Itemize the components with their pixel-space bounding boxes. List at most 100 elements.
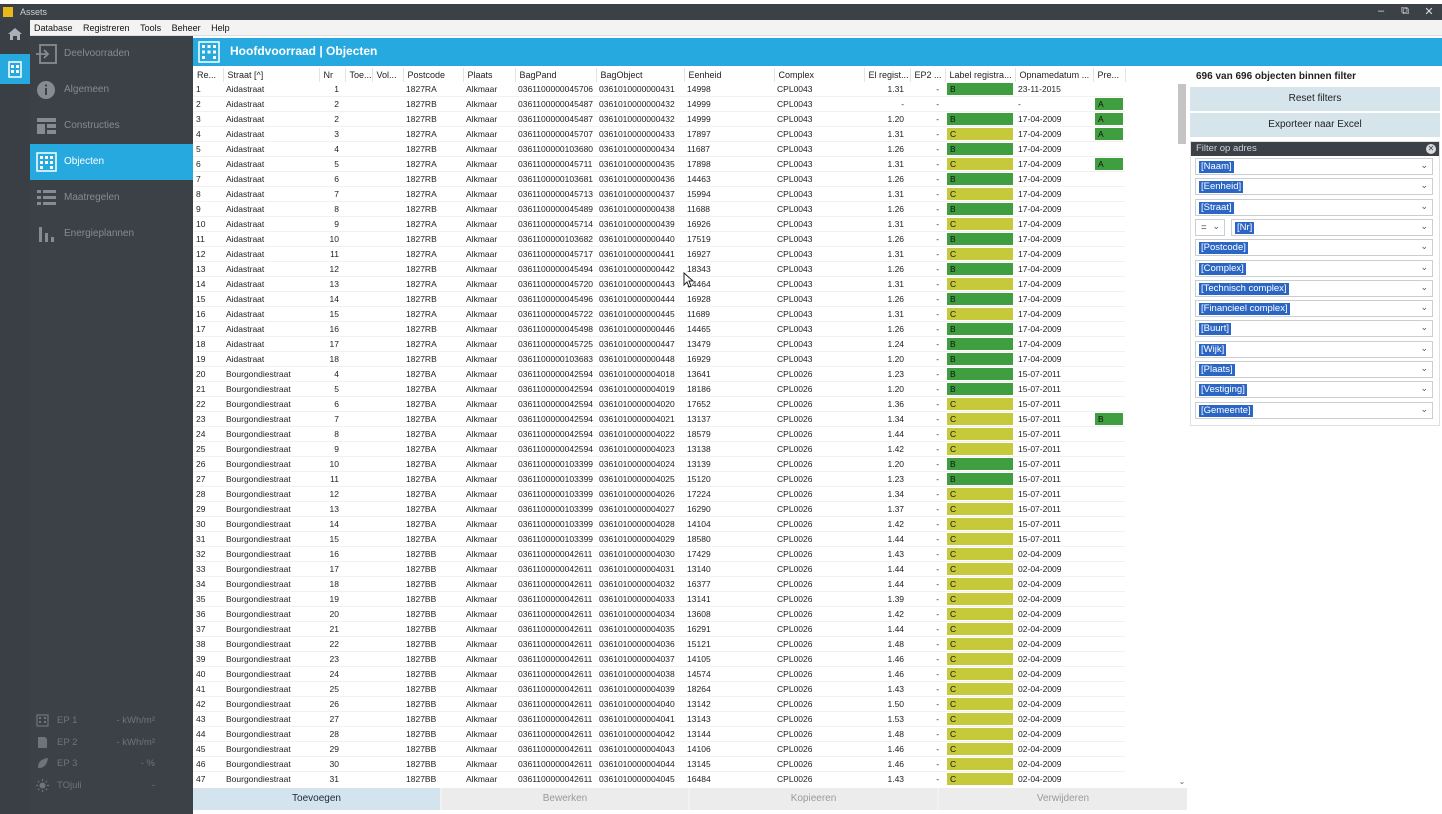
table-row[interactable]: 7 Aidastraat 6 1827RB Alkmaar 036110000010368… — [193, 171, 1126, 187]
table-row[interactable]: 33 Bourgondiestraat 17 1827BB Alkmaar 0361100… — [193, 561, 1126, 577]
edit-button[interactable]: Bewerken — [442, 788, 688, 810]
table-row[interactable]: 16 Aidastraat 15 1827RA Alkmaar 0361100000045… — [193, 306, 1126, 322]
sidebar-item-objecten[interactable]: Objecten — [30, 144, 193, 180]
column-header[interactable]: Re... — [193, 68, 224, 82]
table-row[interactable]: 31 Bourgondiestraat 15 1827BA Alkmaar 0361100… — [193, 531, 1126, 547]
reset-filters-button[interactable]: Reset filters — [1190, 87, 1440, 111]
table-row[interactable]: 25 Bourgondiestraat 9 1827BA Alkmaar 03611000… — [193, 441, 1126, 457]
table-row[interactable]: 43 Bourgondiestraat 27 1827BB Alkmaar 0361100… — [193, 711, 1126, 727]
filter-dropdown[interactable]: [Naam] ⌄ — [1195, 158, 1433, 175]
filter-dropdown[interactable]: [Gemeente] ⌄ — [1195, 401, 1433, 419]
filter-dropdown[interactable]: [Buurt] ⌄ — [1195, 320, 1433, 338]
filter-dropdown[interactable]: [Wijk] ⌄ — [1195, 340, 1433, 358]
column-header[interactable]: El regist... — [864, 68, 911, 82]
table-row[interactable]: 1 Aidastraat 1 1827RA Alkmaar 036110000004570… — [193, 82, 1126, 97]
table-row[interactable]: 28 Bourgondiestraat 12 1827BA Alkmaar 0361100… — [193, 486, 1126, 502]
table-row[interactable]: 34 Bourgondiestraat 18 1827BB Alkmaar 0361100… — [193, 576, 1126, 592]
filter-dropdown[interactable]: [Eenheid] ⌄ — [1195, 178, 1433, 196]
scroll-down-icon[interactable]: ⌄ — [1177, 777, 1187, 786]
table-row[interactable]: 8 Aidastraat 7 1827RA Alkmaar 036110000004571… — [193, 186, 1126, 202]
table-row[interactable]: 47 Bourgondiestraat 31 1827BB Alkmaar 0361100… — [193, 771, 1126, 786]
sidebar-item-energieplannen[interactable]: Energieplannen — [30, 216, 193, 252]
table-row[interactable]: 36 Bourgondiestraat 20 1827BB Alkmaar 0361100… — [193, 606, 1126, 622]
column-header[interactable]: Toe... — [345, 68, 373, 82]
column-header[interactable]: EP2 ... — [910, 68, 946, 82]
table-row[interactable]: 9 Aidastraat 8 1827RB Alkmaar 036110000004548… — [193, 201, 1126, 217]
table-row[interactable]: 22 Bourgondiestraat 6 1827BA Alkmaar 03611000… — [193, 396, 1126, 412]
table-row[interactable]: 39 Bourgondiestraat 23 1827BB Alkmaar 0361100… — [193, 651, 1126, 667]
export-excel-button[interactable]: Exporteer naar Excel — [1190, 113, 1440, 137]
sidebar-item-deelvoorraden[interactable]: Deelvoorraden — [30, 36, 193, 72]
restore-button[interactable]: ⧉ — [1396, 5, 1414, 18]
filter-dropdown[interactable]: [Postcode] ⌄ — [1195, 239, 1433, 257]
vertical-scrollbar[interactable]: ⌄ — [1177, 68, 1187, 786]
menu-beheer[interactable]: Beheer — [168, 20, 205, 33]
table-row[interactable]: 46 Bourgondiestraat 30 1827BB Alkmaar 0361100… — [193, 756, 1126, 772]
table-row[interactable]: 12 Aidastraat 11 1827RA Alkmaar 0361100000045… — [193, 246, 1126, 262]
sidebar-item-maatregelen[interactable]: Maatregelen — [30, 180, 193, 216]
table-row[interactable]: 15 Aidastraat 14 1827RB Alkmaar 0361100000045… — [193, 291, 1126, 307]
copy-button[interactable]: Kopieeren — [690, 788, 937, 810]
minimize-button[interactable]: – — [1372, 5, 1390, 17]
operator-select[interactable]: = ⌄ — [1195, 218, 1225, 236]
column-header[interactable]: BagObject — [596, 68, 685, 82]
table-row[interactable]: 45 Bourgondiestraat 29 1827BB Alkmaar 0361100… — [193, 741, 1126, 757]
column-header[interactable]: Nr — [319, 68, 346, 82]
table-row[interactable]: 38 Bourgondiestraat 22 1827BB Alkmaar 0361100… — [193, 636, 1126, 652]
home-icon[interactable] — [7, 27, 23, 41]
column-header[interactable]: Straat [^] — [223, 68, 320, 82]
column-header[interactable]: Complex — [774, 68, 865, 82]
filter-dropdown[interactable]: [Financieel complex] ⌄ — [1195, 300, 1433, 318]
table-row[interactable]: 29 Bourgondiestraat 13 1827BA Alkmaar 0361100… — [193, 501, 1126, 517]
column-header[interactable]: Plaats — [463, 68, 516, 82]
menu-help[interactable]: Help — [207, 20, 234, 33]
objects-strip-button[interactable] — [0, 54, 30, 84]
table-row[interactable]: 5 Aidastraat 4 1827RB Alkmaar 036110000010368… — [193, 141, 1126, 157]
sidebar-item-constructies[interactable]: Constructies — [30, 108, 193, 144]
table-row[interactable]: 27 Bourgondiestraat 11 1827BA Alkmaar 0361100… — [193, 471, 1126, 487]
table-row[interactable]: 26 Bourgondiestraat 10 1827BA Alkmaar 0361100… — [193, 456, 1126, 472]
menu-registreren[interactable]: Registreren — [79, 20, 134, 33]
filter-dropdown[interactable]: [Vestiging] ⌄ — [1195, 381, 1433, 399]
column-header[interactable]: Eenheid — [684, 68, 775, 82]
table-row[interactable]: 40 Bourgondiestraat 24 1827BB Alkmaar 0361100… — [193, 666, 1126, 682]
table-row[interactable]: 14 Aidastraat 13 1827RA Alkmaar 0361100000045… — [193, 276, 1126, 292]
table-row[interactable]: 24 Bourgondiestraat 8 1827BA Alkmaar 03611000… — [193, 426, 1126, 442]
table-row[interactable]: 11 Aidastraat 10 1827RB Alkmaar 0361100000103… — [193, 231, 1126, 247]
table-row[interactable]: 37 Bourgondiestraat 21 1827BB Alkmaar 0361100… — [193, 621, 1126, 637]
table-row[interactable]: 3 Aidastraat 2 1827RB Alkmaar 036110000004548… — [193, 111, 1126, 127]
close-button[interactable]: ✕ — [1420, 5, 1438, 18]
filter-dropdown[interactable]: [Technisch complex] ⌄ — [1195, 279, 1433, 297]
table-row[interactable]: 32 Bourgondiestraat 16 1827BB Alkmaar 0361100… — [193, 546, 1126, 562]
table-row[interactable]: 13 Aidastraat 12 1827RB Alkmaar 0361100000045… — [193, 261, 1126, 277]
column-header[interactable]: BagPand — [515, 68, 597, 82]
table-row[interactable]: 17 Aidastraat 16 1827RB Alkmaar 0361100000045… — [193, 321, 1126, 337]
column-header[interactable]: Pre... — [1093, 68, 1126, 82]
column-header[interactable]: Label registra... — [945, 68, 1016, 82]
menu-database[interactable]: Database — [30, 20, 77, 33]
table-row[interactable]: 4 Aidastraat 3 1827RA Alkmaar 036110000004570… — [193, 126, 1126, 142]
table-row[interactable]: 2 Aidastraat 2 1827RB Alkmaar 036110000004548… — [193, 96, 1126, 112]
menu-tools[interactable]: Tools — [136, 20, 165, 33]
table-row[interactable]: 18 Aidastraat 17 1827RA Alkmaar 0361100000045… — [193, 336, 1126, 352]
table-row[interactable]: 10 Aidastraat 9 1827RA Alkmaar 03611000000457… — [193, 216, 1126, 232]
table-row[interactable]: 6 Aidastraat 5 1827RA Alkmaar 036110000004571… — [193, 156, 1126, 172]
table-row[interactable]: 44 Bourgondiestraat 28 1827BB Alkmaar 0361100… — [193, 726, 1126, 742]
close-filter-icon[interactable]: ✕ — [1426, 144, 1436, 154]
sidebar-item-algemeen[interactable]: Algemeen — [30, 72, 193, 108]
delete-button[interactable]: Verwijderen — [939, 788, 1187, 810]
column-header[interactable]: Postcode — [403, 68, 464, 82]
filter-dropdown[interactable]: [Straat] ⌄ — [1195, 198, 1433, 216]
filter-dropdown[interactable]: [Plaats] ⌄ — [1195, 361, 1433, 378]
table-row[interactable]: 41 Bourgondiestraat 25 1827BB Alkmaar 0361100… — [193, 681, 1126, 697]
table-row[interactable]: 21 Bourgondiestraat 5 1827BA Alkmaar 03611000… — [193, 381, 1126, 397]
table-row[interactable]: 23 Bourgondiestraat 7 1827BA Alkmaar 03611000… — [193, 411, 1126, 427]
table-row[interactable]: 30 Bourgondiestraat 14 1827BA Alkmaar 0361100… — [193, 516, 1126, 532]
filter-dropdown[interactable]: [Nr] ⌄ — [1231, 218, 1433, 236]
table-row[interactable]: 35 Bourgondiestraat 19 1827BB Alkmaar 0361100… — [193, 591, 1126, 607]
column-header[interactable]: Vol... — [372, 68, 404, 82]
table-row[interactable]: 20 Bourgondiestraat 4 1827BA Alkmaar 03611000… — [193, 366, 1126, 382]
add-button[interactable]: Toevoegen — [193, 788, 440, 810]
table-row[interactable]: 19 Aidastraat 18 1827RB Alkmaar 0361100000103… — [193, 351, 1126, 367]
filter-dropdown[interactable]: [Complex] ⌄ — [1195, 259, 1433, 277]
